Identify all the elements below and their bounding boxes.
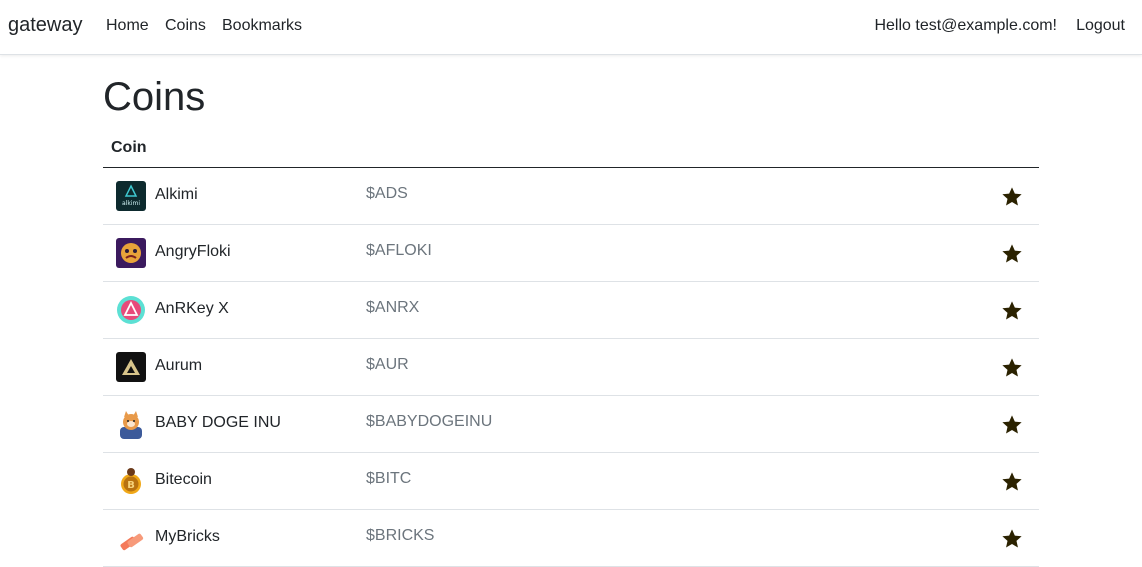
coins-table: Coin alkimi Alkimi $ADS AngryFloki $AFLO… bbox=[103, 128, 1039, 567]
brand-link[interactable]: gateway bbox=[8, 14, 83, 37]
bookmark-star-icon[interactable] bbox=[1001, 528, 1023, 550]
bookmark-star-icon[interactable] bbox=[1001, 300, 1023, 322]
table-row: BABY DOGE INU $BABYDOGEINU bbox=[103, 396, 1039, 453]
table-header: Coin bbox=[103, 128, 1039, 168]
table-row: Aurum $AUR bbox=[103, 339, 1039, 396]
coin-name: AngryFloki bbox=[155, 243, 231, 260]
svg-text:alkimi: alkimi bbox=[122, 200, 140, 207]
aurum-logo-icon bbox=[116, 352, 146, 382]
coin-symbol: $BITC bbox=[366, 470, 412, 487]
svg-text:B: B bbox=[127, 480, 135, 491]
table-row: alkimi Alkimi $ADS bbox=[103, 168, 1039, 225]
table-row: AnRKey X $ANRX bbox=[103, 282, 1039, 339]
nav-coins-link[interactable]: Coins bbox=[165, 17, 206, 35]
coin-symbol: $AFLOKI bbox=[366, 242, 432, 259]
bookmark-star-icon[interactable] bbox=[1001, 471, 1023, 493]
coin-symbol: $BABYDOGEINU bbox=[366, 413, 493, 430]
coin-symbol: $BRICKS bbox=[366, 527, 435, 544]
alkimi-logo-icon: alkimi bbox=[116, 181, 146, 211]
coin-name: MyBricks bbox=[155, 528, 220, 545]
coin-name: AnRKey X bbox=[155, 300, 229, 317]
navbar: gateway Home Coins Bookmarks Hello test@… bbox=[0, 0, 1142, 55]
coin-name: BABY DOGE INU bbox=[155, 414, 281, 431]
coin-symbol: $ADS bbox=[366, 185, 408, 202]
bookmark-star-icon[interactable] bbox=[1001, 243, 1023, 265]
bitecoin-logo-icon: B bbox=[116, 466, 146, 496]
coin-symbol: $ANRX bbox=[366, 299, 420, 316]
logout-link[interactable]: Logout bbox=[1076, 17, 1125, 35]
table-row: MyBricks $BRICKS bbox=[103, 510, 1039, 567]
page-title: Coins bbox=[103, 75, 206, 119]
bookmark-star-icon[interactable] bbox=[1001, 357, 1023, 379]
nav-bookmarks-link[interactable]: Bookmarks bbox=[222, 17, 302, 35]
nav-home-link[interactable]: Home bbox=[106, 17, 149, 35]
coin-name: Aurum bbox=[155, 357, 203, 374]
coin-symbol: $AUR bbox=[366, 356, 409, 373]
mybricks-logo-icon bbox=[116, 523, 146, 553]
angryfloki-logo-icon bbox=[116, 238, 146, 268]
table-row: B Bitecoin $BITC bbox=[103, 453, 1039, 510]
column-header-coin: Coin bbox=[111, 139, 147, 156]
coin-name: Bitecoin bbox=[155, 471, 212, 488]
anrkey-logo-icon bbox=[116, 295, 146, 325]
table-row: AngryFloki $AFLOKI bbox=[103, 225, 1039, 282]
user-greeting: Hello test@example.com! bbox=[874, 17, 1057, 34]
coin-name: Alkimi bbox=[155, 186, 198, 203]
bookmark-star-icon[interactable] bbox=[1001, 186, 1023, 208]
babydoge-logo-icon bbox=[116, 409, 146, 439]
bookmark-star-icon[interactable] bbox=[1001, 414, 1023, 436]
